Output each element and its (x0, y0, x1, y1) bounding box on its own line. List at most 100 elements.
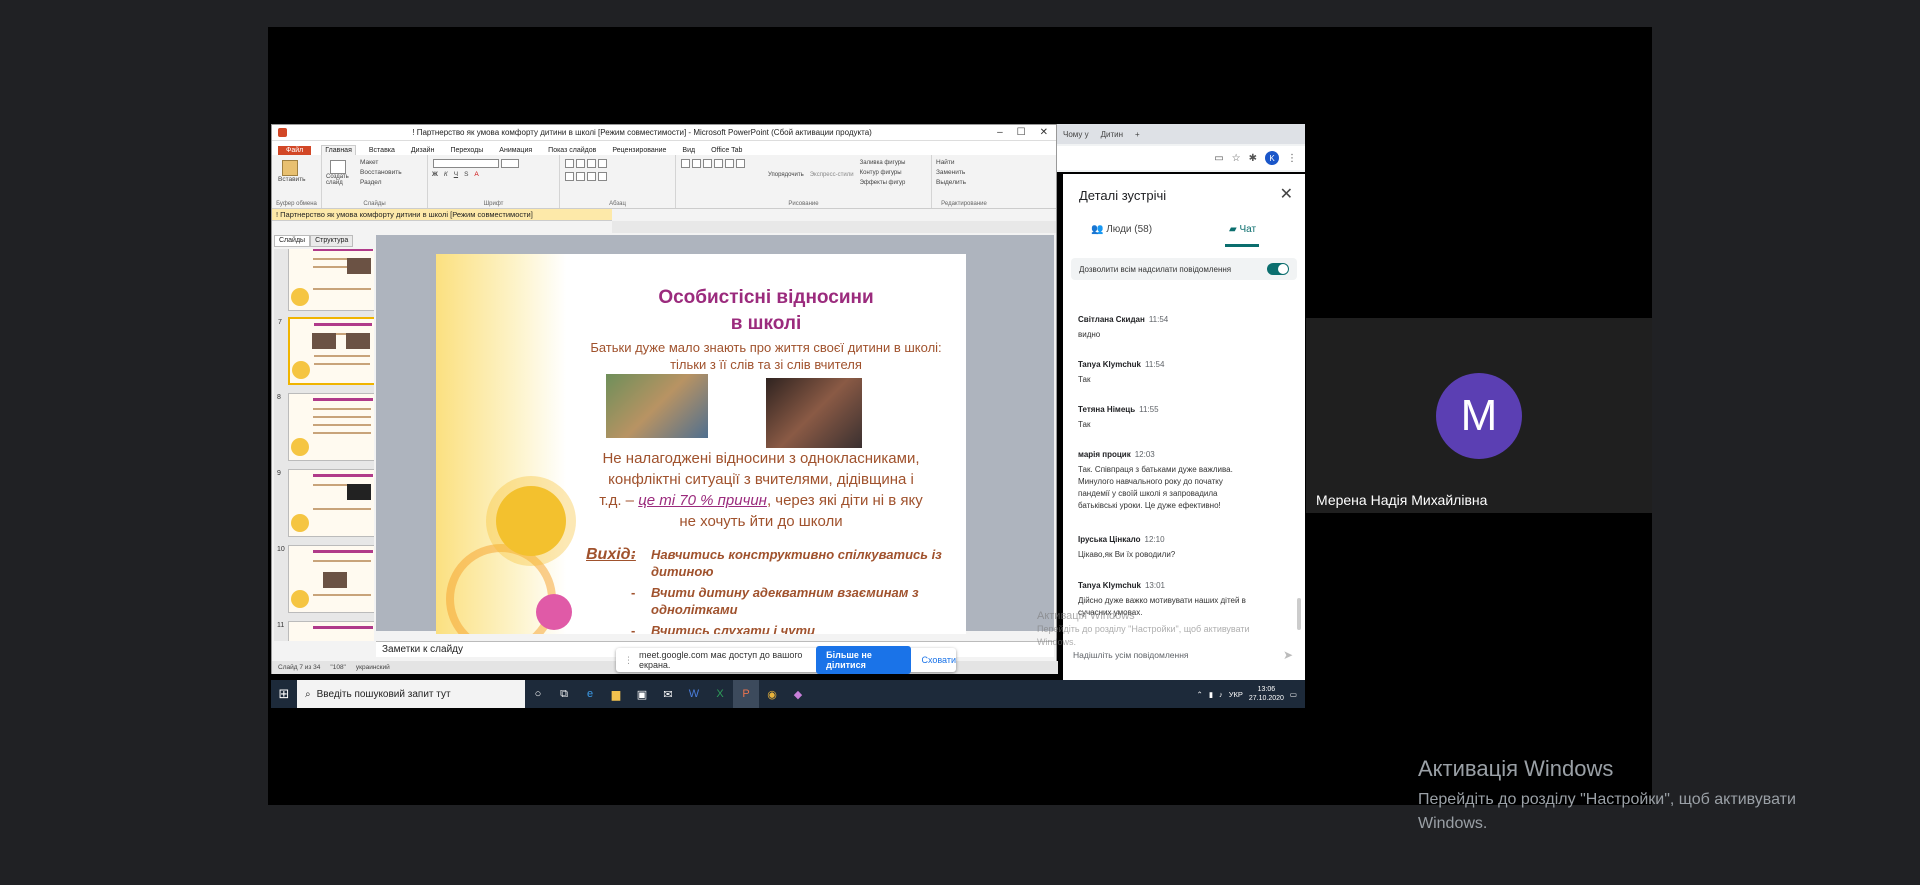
italic-icon[interactable]: К (444, 171, 448, 178)
close-icon[interactable]: ✕ (1040, 127, 1048, 138)
powerpoint-icon[interactable]: P (733, 680, 759, 708)
font-color-icon[interactable]: A (474, 171, 478, 178)
arrange-button[interactable]: Упорядочить (768, 172, 804, 188)
strikethrough-icon[interactable]: S (464, 171, 468, 178)
slide-thumbnail[interactable]: 10 (277, 545, 374, 613)
bullets-icon[interactable] (565, 159, 574, 168)
font-size-select[interactable] (501, 159, 519, 168)
hide-button[interactable]: Сховати (921, 655, 956, 665)
tab-file[interactable]: Файл (278, 146, 312, 155)
taskbar-clock[interactable]: 13:06 27.10.2020 (1249, 685, 1284, 703)
maximize-icon[interactable]: ☐ (1017, 127, 1026, 138)
justify-icon[interactable] (598, 172, 607, 181)
document-tab[interactable]: ! Партнерство як умова комфорту дитини в… (272, 209, 612, 221)
font-name-select[interactable] (433, 159, 499, 168)
extensions-icon[interactable]: ✱ (1249, 153, 1257, 164)
replace-button[interactable]: Заменить (936, 168, 992, 178)
section-button[interactable]: Раздел (360, 178, 402, 188)
tab-slideshow[interactable]: Показ слайдов (545, 146, 599, 155)
shape-fill-button[interactable]: Заливка фигуры (860, 158, 906, 168)
tab-design[interactable]: Дизайн (408, 146, 438, 155)
shape-effects-button[interactable]: Эффекты фигур (860, 178, 906, 188)
create-slide-button[interactable]: Создать слайд (326, 174, 356, 186)
find-button[interactable]: Найти (936, 158, 992, 168)
new-slide-icon[interactable] (330, 160, 346, 174)
send-icon[interactable]: ➤ (1283, 648, 1293, 662)
indent-icon[interactable] (587, 159, 596, 168)
line-spacing-icon[interactable] (598, 159, 607, 168)
drag-handle-icon[interactable]: ⋮ (624, 655, 633, 666)
tab-people[interactable]: 👥 Люди (58) (1091, 224, 1152, 235)
slide-editor[interactable]: Особистісні відносини в школі Батьки дуж… (376, 235, 1054, 634)
task-view-icon[interactable]: ⧉ (551, 680, 577, 708)
tab-officetab[interactable]: Office Tab (708, 146, 745, 155)
status-lang[interactable]: украинский (356, 664, 390, 671)
participant-tile[interactable]: M Мерена Надія Михайлівна (1306, 318, 1652, 513)
chat-input[interactable]: Надішліть усім повідомлення (1073, 650, 1189, 660)
slide-thumbnail[interactable]: 8 (277, 393, 374, 461)
align-right-icon[interactable] (587, 172, 596, 181)
slide-thumbnail[interactable]: 9 (277, 469, 374, 537)
shape-brace-icon[interactable] (736, 159, 745, 168)
underline-icon[interactable]: Ч (454, 171, 458, 178)
chat-scrollbar[interactable] (1297, 598, 1301, 630)
shape-arrow-icon[interactable] (714, 159, 723, 168)
chrome-tab[interactable]: Дитин (1101, 130, 1123, 139)
shape-star-icon[interactable] (725, 159, 734, 168)
tray-chevron-icon[interactable]: ⌃ (1197, 690, 1203, 699)
edge-icon[interactable]: e (577, 680, 603, 708)
taskbar-search[interactable]: ⌕ Введіть пошуковий запит тут (297, 680, 525, 708)
new-tab-icon[interactable]: + (1135, 130, 1140, 139)
slide-thumbnail[interactable]: 11 (277, 621, 374, 641)
tab-home[interactable]: Главная (321, 145, 356, 155)
tab-outline[interactable]: Структура (310, 235, 354, 247)
tab-transitions[interactable]: Переходы (447, 146, 486, 155)
excel-icon[interactable]: X (707, 680, 733, 708)
align-center-icon[interactable] (576, 172, 585, 181)
shape-outline-button[interactable]: Контур фигуры (860, 168, 906, 178)
shape-rect-icon[interactable] (681, 159, 690, 168)
app-icon[interactable]: ◆ (785, 680, 811, 708)
cortana-icon[interactable]: ○ (525, 680, 551, 708)
tab-slides[interactable]: Слайды (274, 235, 311, 247)
windows-start-icon[interactable]: ⊞ (271, 686, 297, 702)
profile-avatar[interactable]: K (1265, 151, 1279, 165)
notifications-icon[interactable]: ▭ (1290, 690, 1297, 699)
close-panel-icon[interactable]: ✕ (1280, 184, 1293, 204)
volume-icon[interactable]: ♪ (1219, 690, 1223, 699)
chrome-icon[interactable]: ◉ (759, 680, 785, 708)
paste-icon[interactable] (282, 160, 298, 176)
layout-button[interactable]: Макет (360, 158, 402, 168)
store-icon[interactable]: ▣ (629, 680, 655, 708)
bold-icon[interactable]: Ж (432, 171, 438, 178)
stop-sharing-button[interactable]: Більше не ділитися (816, 646, 912, 674)
quick-styles-button[interactable]: Экспресс-стили (810, 172, 854, 188)
current-slide[interactable]: Особистісні відносини в школі Батьки дуж… (436, 254, 966, 634)
camera-icon[interactable]: ▭ (1214, 153, 1223, 164)
align-left-icon[interactable] (565, 172, 574, 181)
allow-messages-toggle[interactable] (1267, 263, 1289, 275)
tab-view[interactable]: Вид (679, 146, 698, 155)
paste-button[interactable]: Вставить (278, 176, 317, 183)
taskbar-lang[interactable]: УКР (1229, 690, 1243, 699)
word-icon[interactable]: W (681, 680, 707, 708)
mail-icon[interactable]: ✉ (655, 680, 681, 708)
shape-oval-icon[interactable] (703, 159, 712, 168)
select-button[interactable]: Выделить (936, 178, 992, 188)
minimize-icon[interactable]: – (997, 127, 1003, 138)
star-icon[interactable]: ☆ (1232, 153, 1241, 164)
tab-insert[interactable]: Вставка (366, 146, 398, 155)
chrome-tab[interactable]: Чому у (1063, 130, 1089, 139)
shape-line-icon[interactable] (692, 159, 701, 168)
network-icon[interactable]: ▮ (1209, 690, 1213, 699)
tab-chat[interactable]: ▰ Чат (1229, 224, 1256, 235)
slide-thumbnail-selected[interactable]: 7 (278, 317, 374, 385)
tab-animation[interactable]: Анимация (496, 146, 535, 155)
slide-thumbnails[interactable]: 6 7 8 9 10 11 (274, 249, 374, 641)
reset-button[interactable]: Восстановить (360, 168, 402, 178)
slide-thumbnail[interactable]: 6 (277, 249, 374, 311)
numbering-icon[interactable] (576, 159, 585, 168)
tab-review[interactable]: Рецензирование (609, 146, 669, 155)
menu-icon[interactable]: ⋮ (1287, 153, 1297, 164)
file-explorer-icon[interactable]: ▆ (603, 680, 629, 708)
